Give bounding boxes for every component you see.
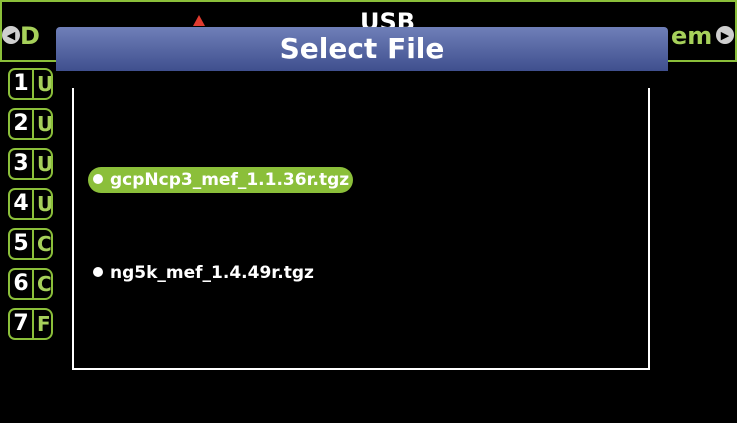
menu-label: U bbox=[34, 108, 53, 140]
menu-label: U bbox=[34, 188, 53, 220]
background-title-right: em bbox=[671, 22, 713, 50]
menu-label: F bbox=[34, 308, 53, 340]
menu-number: 2 bbox=[8, 108, 34, 140]
menu-label: U bbox=[34, 148, 53, 180]
menu-label: C bbox=[34, 268, 53, 300]
menu-number: 6 bbox=[8, 268, 34, 300]
radio-bullet-icon bbox=[93, 174, 103, 184]
dialog-title: Select File bbox=[56, 27, 668, 71]
file-name: gcpNcp3_mef_1.1.36r.tgz bbox=[110, 170, 350, 190]
menu-label: U bbox=[34, 68, 53, 100]
file-name: ng5k_mef_1.4.49r.tgz bbox=[110, 263, 314, 283]
file-list-frame bbox=[72, 88, 650, 370]
menu-number: 5 bbox=[8, 228, 34, 260]
nav-left-icon[interactable]: ◀ bbox=[2, 26, 20, 44]
menu-number: 7 bbox=[8, 308, 34, 340]
menu-number: 4 bbox=[8, 188, 34, 220]
file-item-selected[interactable]: gcpNcp3_mef_1.1.36r.tgz bbox=[88, 167, 354, 193]
menu-number: 1 bbox=[8, 68, 34, 100]
background-title-left: D bbox=[20, 22, 40, 50]
menu-label: C bbox=[34, 228, 53, 260]
radio-bullet-icon bbox=[93, 267, 103, 277]
menu-number: 3 bbox=[8, 148, 34, 180]
file-item[interactable]: ng5k_mef_1.4.49r.tgz bbox=[88, 260, 314, 286]
alert-icon bbox=[193, 15, 205, 26]
nav-right-icon[interactable]: ▶ bbox=[716, 26, 734, 44]
